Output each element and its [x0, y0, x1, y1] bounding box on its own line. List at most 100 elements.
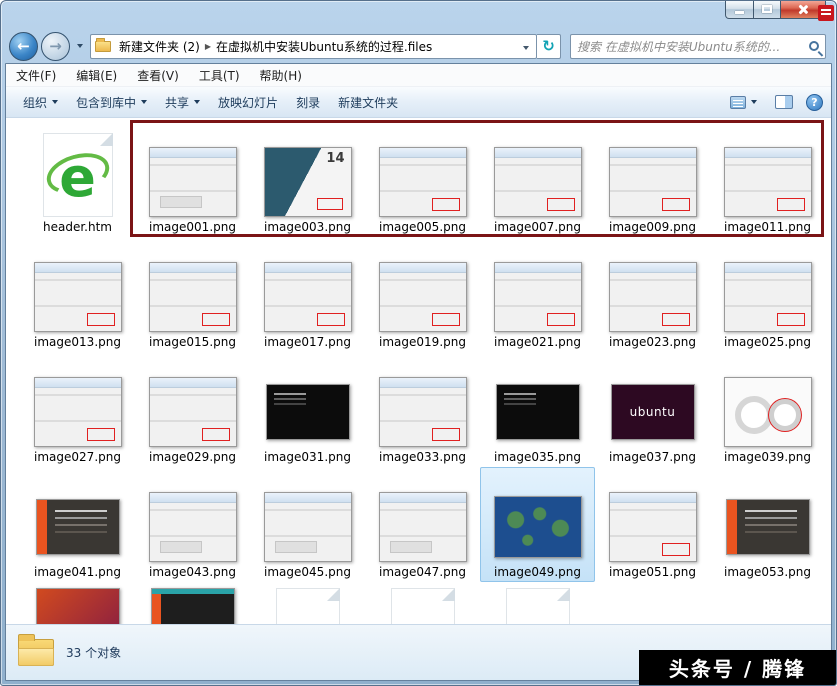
menu-item-file[interactable]: 文件(F) — [16, 67, 56, 84]
installer-thumbnail — [35, 499, 120, 555]
dialog-plain-thumbnail — [148, 147, 237, 217]
ie-page-thumbnail: e — [505, 588, 570, 624]
thumbnail-glyph: e — [529, 616, 547, 624]
thumbnail-glyph: e — [59, 146, 96, 210]
file-item[interactable]: ubuntu image037.png — [595, 352, 710, 467]
search-input[interactable]: 搜索 在虚拟机中安装Ubuntu系统的... — [570, 33, 826, 59]
maximize-button[interactable] — [754, 1, 781, 19]
dialog-red-thumbnail — [378, 147, 467, 217]
address-dropdown-button[interactable] — [520, 39, 532, 53]
burn-button[interactable]: 刻录 — [287, 89, 329, 116]
file-item[interactable]: image009.png — [595, 122, 710, 237]
slideshow-button[interactable]: 放映幻灯片 — [209, 89, 287, 116]
menu-item-view[interactable]: 查看(V) — [137, 67, 179, 84]
dialog-red-thumbnail — [263, 262, 352, 332]
dialog-plain-thumbnail — [148, 492, 237, 562]
explorer-window: 新建文件夹 (2) ▶ 在虚拟机中安装Ubuntu系统的过程.files 搜索 … — [0, 0, 837, 686]
file-item[interactable]: 14 image003.png — [250, 122, 365, 237]
include-in-library-label: 包含到库中 — [76, 95, 137, 110]
title-bar[interactable] — [1, 1, 836, 29]
file-item[interactable]: image049.png — [480, 467, 595, 582]
file-item[interactable]: image025.png — [710, 237, 825, 352]
menu-item-edit[interactable]: 编辑(E) — [76, 67, 117, 84]
dialog-red-thumbnail — [608, 262, 697, 332]
file-item[interactable]: image015.png — [135, 237, 250, 352]
file-name-label: image007.png — [494, 220, 581, 234]
preview-pane-button[interactable] — [770, 91, 798, 113]
help-button[interactable] — [806, 93, 823, 111]
menu-item-tools[interactable]: 工具(T) — [199, 67, 240, 84]
file-item[interactable] — [135, 582, 250, 624]
minimize-icon — [735, 11, 744, 14]
file-item[interactable]: image023.png — [595, 237, 710, 352]
file-name-label: image045.png — [264, 565, 351, 579]
file-item[interactable]: image001.png — [135, 122, 250, 237]
file-name-label: image039.png — [724, 450, 811, 464]
file-item[interactable]: image035.png — [480, 352, 595, 467]
minimize-button[interactable] — [725, 1, 754, 19]
file-item[interactable]: image021.png — [480, 237, 595, 352]
new-folder-label: 新建文件夹 — [338, 95, 399, 110]
file-item[interactable]: image007.png — [480, 122, 595, 237]
thumbnail-glyph: e — [414, 616, 432, 624]
desktop-dark-thumbnail — [150, 588, 235, 624]
file-name-label: image049.png — [494, 565, 581, 579]
file-item[interactable]: e header.htm — [20, 122, 135, 237]
file-name-label: image017.png — [264, 335, 351, 349]
breadcrumb-segment[interactable]: 新建文件夹 (2) — [116, 36, 203, 57]
chevron-down-icon — [523, 46, 529, 50]
share-button[interactable]: 共享 — [156, 89, 209, 116]
file-item[interactable]: e — [480, 582, 595, 624]
file-item[interactable]: image033.png — [365, 352, 480, 467]
file-item[interactable]: image043.png — [135, 467, 250, 582]
file-item[interactable]: image047.png — [365, 467, 480, 582]
slideshow-label: 放映幻灯片 — [218, 95, 279, 110]
file-item[interactable] — [20, 582, 135, 624]
refresh-icon — [542, 37, 555, 55]
file-item[interactable]: image045.png — [250, 467, 365, 582]
refresh-button[interactable] — [537, 33, 561, 59]
views-icon — [730, 95, 746, 109]
file-name-label: image005.png — [379, 220, 466, 234]
file-item[interactable]: image053.png — [710, 467, 825, 582]
folder-icon — [18, 634, 54, 666]
change-view-button[interactable] — [725, 92, 762, 113]
file-item[interactable]: image051.png — [595, 467, 710, 582]
address-bar[interactable]: 新建文件夹 (2) ▶ 在虚拟机中安装Ubuntu系统的过程.files — [90, 33, 537, 59]
back-button[interactable] — [9, 31, 38, 61]
dialog-red-thumbnail — [608, 492, 697, 562]
menu-item-help[interactable]: 帮助(H) — [260, 67, 302, 84]
dialog-red-thumbnail — [148, 262, 237, 332]
file-item[interactable]: image031.png — [250, 352, 365, 467]
file-grid: e header.htm image001.png 14 image003.png ima… — [6, 118, 831, 624]
file-name-label: image047.png — [379, 565, 466, 579]
file-item[interactable]: image019.png — [365, 237, 480, 352]
dialog-red-thumbnail — [378, 262, 467, 332]
file-name-label: image041.png — [34, 565, 121, 579]
file-item[interactable] — [250, 582, 365, 624]
file-item[interactable]: image005.png — [365, 122, 480, 237]
file-item[interactable]: image027.png — [20, 352, 135, 467]
organize-button[interactable]: 组织 — [14, 89, 67, 116]
desktop-orange-thumbnail — [35, 588, 120, 624]
file-item[interactable]: image011.png — [710, 122, 825, 237]
file-item[interactable]: image039.png — [710, 352, 825, 467]
include-in-library-button[interactable]: 包含到库中 — [67, 89, 156, 116]
chevron-down-icon — [194, 100, 201, 104]
new-folder-button[interactable]: 新建文件夹 — [329, 89, 407, 116]
file-item[interactable]: image017.png — [250, 237, 365, 352]
file-item[interactable]: image029.png — [135, 352, 250, 467]
breadcrumb-segment[interactable]: 在虚拟机中安装Ubuntu系统的过程.files — [213, 36, 435, 57]
file-name-label: image031.png — [264, 450, 351, 464]
dark-thumbnail — [265, 384, 350, 440]
file-item[interactable]: e — [365, 582, 480, 624]
file-item[interactable]: image013.png — [20, 237, 135, 352]
recent-pages-dropdown-button[interactable] — [73, 35, 87, 57]
file-name-label: image053.png — [724, 565, 811, 579]
file-name-label: image013.png — [34, 335, 121, 349]
file-name-label: image051.png — [609, 565, 696, 579]
file-item[interactable]: image041.png — [20, 467, 135, 582]
forward-button[interactable] — [41, 31, 70, 61]
file-name-label: image009.png — [609, 220, 696, 234]
chevron-down-icon — [52, 100, 59, 104]
